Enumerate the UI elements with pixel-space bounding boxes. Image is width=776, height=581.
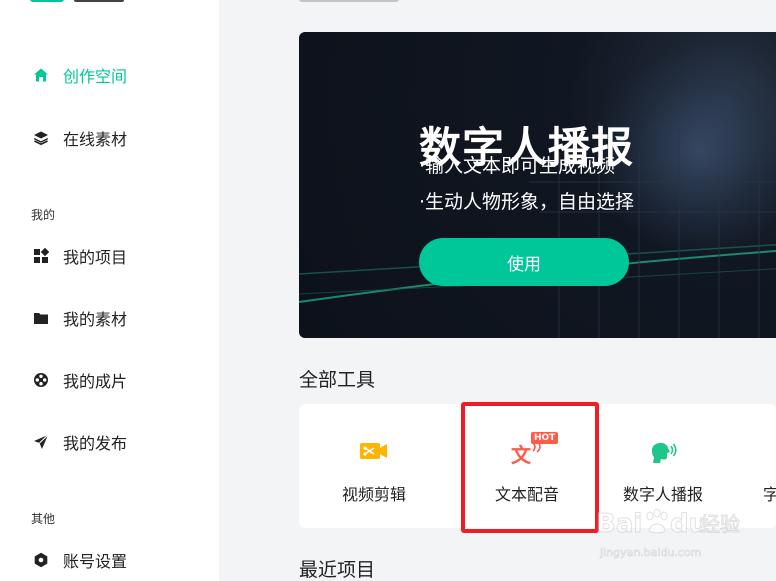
main-content: 数字人播报 ·输入文本即可生成视频 ·生动人物形象，自由选择 使用 全部工具 视… [219,0,776,581]
truncated-tool-icon [753,437,776,465]
use-button[interactable]: 使用 [419,238,629,286]
banner-bullet-2: ·生动人物形象，自由选择 [419,191,635,213]
sidebar-item-label: 我的素材 [63,310,128,329]
film-reel-icon [32,371,50,389]
logo [30,0,64,2]
sidebar-item-my-publish[interactable]: 我的发布 [32,430,127,454]
home-icon [32,66,50,84]
layers-icon [32,129,50,147]
tool-label: 字 [762,485,776,504]
section-title-other: 其他 [31,512,56,526]
banner-decor-lines [299,122,776,338]
sidebar-item-label: 我的成片 [63,372,128,391]
sidebar-item-my-films[interactable]: 我的成片 [32,368,127,392]
digital-human-banner: 数字人播报 ·输入文本即可生成视频 ·生动人物形象，自由选择 使用 [299,32,776,338]
sidebar-item-label: 创作空间 [63,67,128,86]
tools-panel: 视频剪辑 文 HOT 文本配音 数字人播报 字 [299,404,776,528]
folder-icon [32,309,50,327]
sidebar-item-account-settings[interactable]: 账号设置 [32,548,127,572]
tool-label: 数字人播报 [622,485,703,504]
sidebar-item-my-assets[interactable]: 我的素材 [32,306,127,330]
text-glyph: 文 [511,443,531,467]
tool-video-editing[interactable]: 视频剪辑 [299,404,449,528]
settings-hex-icon [32,551,50,569]
page-title [299,0,399,2]
video-scissors-icon [356,437,392,465]
sidebar: 创作空间 在线素材 我的 我的项目 我的素材 我的成片 我的发布 其他 账号设置 [0,0,219,581]
sidebar-item-label: 我的项目 [63,248,128,267]
sidebar-item-my-projects[interactable]: 我的项目 [32,244,127,268]
text-voice-icon: 文 HOT [509,432,559,467]
sidebar-item-label: 账号设置 [63,552,128,571]
section-title-mine: 我的 [31,208,56,222]
send-icon [32,433,50,451]
all-tools-heading: 全部工具 [299,369,376,391]
sidebar-item-creation-space[interactable]: 创作空间 [32,63,127,87]
sidebar-item-label: 在线素材 [63,130,128,149]
tool-label: 视频剪辑 [341,485,406,504]
banner-bullet-1: ·输入文本即可生成视频 [419,155,616,177]
sidebar-item-online-assets[interactable]: 在线素材 [32,126,127,150]
grid-icon [32,247,50,265]
recent-projects-heading: 最近项目 [299,559,376,581]
speaking-head-icon [645,437,681,465]
tool-text-voiceover[interactable]: 文 HOT 文本配音 [452,404,602,528]
logo-text [74,0,124,2]
tool-subtitle-truncated[interactable]: 字 [696,404,776,528]
tool-label: 文本配音 [494,485,559,504]
hot-badge: HOT [531,432,559,444]
sidebar-item-label: 我的发布 [63,434,128,453]
